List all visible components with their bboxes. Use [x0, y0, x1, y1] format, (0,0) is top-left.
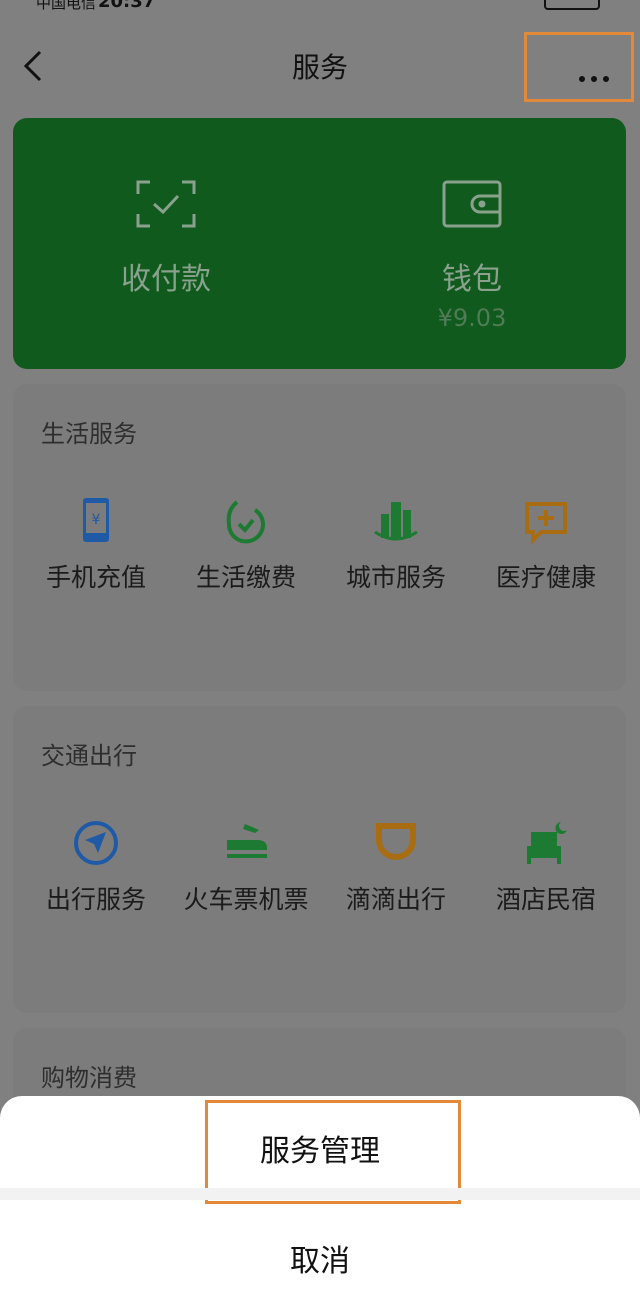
- carrier-text: 中国电信: [36, 0, 97, 10]
- clock-text: 20:37: [98, 0, 155, 10]
- bill-payment-icon: [226, 500, 265, 544]
- service-item-bill-payment[interactable]: 生活缴费: [171, 496, 321, 606]
- train-plane-ticket-icon: [227, 824, 267, 858]
- section-title: 生活服务: [41, 420, 137, 448]
- city-service-icon: [374, 502, 418, 541]
- service-item-medical-health[interactable]: 医疗健康: [471, 496, 621, 606]
- section-title: 交通出行: [41, 742, 137, 770]
- service-item-phone-recharge[interactable]: ¥ 手机充值: [21, 496, 171, 606]
- pay-wallet-card: 收付款 钱包 ¥9.03: [13, 118, 626, 369]
- wallet-icon: [442, 180, 502, 228]
- action-sheet: 服务管理 取消: [0, 1096, 640, 1303]
- service-item-hotel[interactable]: 酒店民宿: [471, 818, 621, 928]
- service-item-city-service[interactable]: 城市服务: [321, 496, 471, 606]
- battery-icon: [544, 0, 600, 10]
- didi-icon: [376, 823, 416, 860]
- service-item-didi[interactable]: 滴滴出行: [321, 818, 471, 928]
- service-label: 酒店民宿: [495, 885, 596, 914]
- pay-receive-button[interactable]: 收付款: [13, 118, 319, 369]
- section-title: 购物消费: [41, 1064, 137, 1092]
- cancel-option[interactable]: 取消: [0, 1236, 640, 1280]
- service-item-travel[interactable]: 出行服务: [21, 818, 171, 928]
- svg-text:¥: ¥: [92, 512, 101, 528]
- hotel-icon: [527, 822, 567, 864]
- scan-pay-icon: [136, 180, 196, 228]
- service-item-train-plane[interactable]: 火车票机票: [171, 818, 321, 928]
- service-label: 医疗健康: [495, 563, 596, 592]
- travel-service-icon: [74, 821, 118, 865]
- wallet-label: 钱包: [442, 262, 502, 297]
- more-button[interactable]: [524, 32, 634, 102]
- status-bar: 中国电信 20:37: [0, 0, 640, 10]
- wallet-balance: ¥9.03: [437, 304, 507, 332]
- life-services-section: 生活服务 ¥ 手机充值 生活缴费 城市服务 医疗健康: [13, 384, 626, 691]
- nav-header: 服务: [0, 28, 640, 104]
- transport-section: 交通出行 出行服务 火车票机票 滴滴出行 酒店民宿: [13, 706, 626, 1013]
- pay-receive-label: 收付款: [121, 262, 211, 297]
- medical-health-icon: [525, 502, 567, 545]
- more-dots-icon: [579, 67, 615, 86]
- phone-recharge-icon: ¥: [83, 498, 109, 542]
- wallet-button[interactable]: 钱包 ¥9.03: [319, 118, 625, 369]
- sheet-divider: [0, 1188, 640, 1200]
